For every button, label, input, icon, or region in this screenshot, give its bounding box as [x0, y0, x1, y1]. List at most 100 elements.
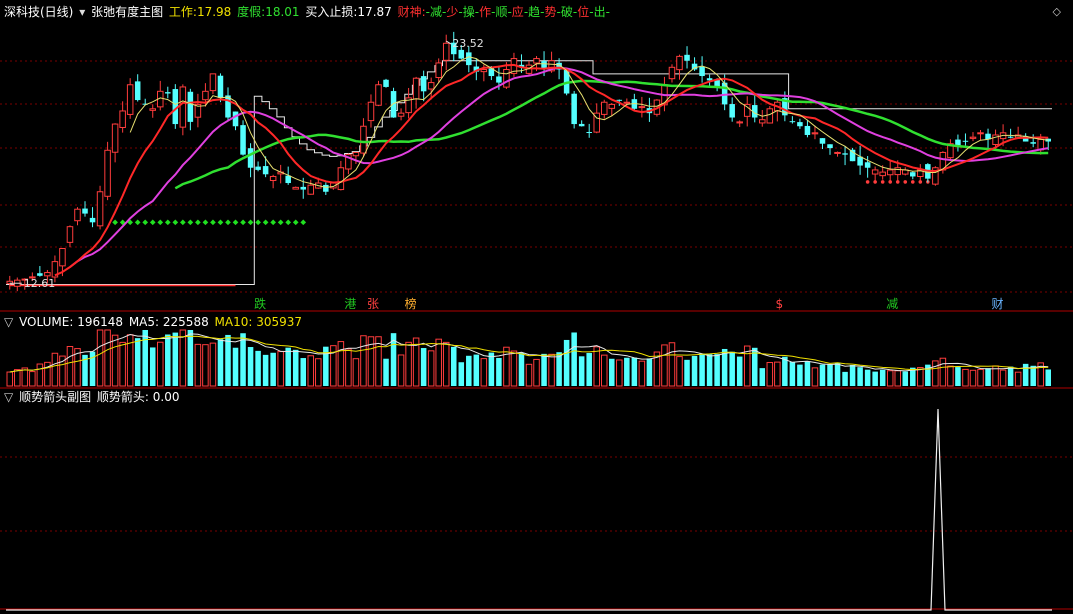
volume-bar-down	[134, 338, 141, 386]
volume-bar-up	[932, 360, 939, 387]
volume-bar-down	[450, 346, 457, 386]
candle-body-up	[307, 184, 315, 195]
candle-body-down	[323, 184, 329, 192]
volume-bar-up	[360, 335, 367, 387]
volume-bar-up	[962, 368, 969, 387]
candlestick	[247, 143, 254, 178]
work-label: 工作:	[168, 5, 197, 19]
volume-bar-up	[977, 369, 984, 387]
candlestick	[759, 110, 766, 127]
candle-body-up	[427, 82, 435, 90]
volume-bar-down	[187, 330, 194, 386]
candlestick	[209, 73, 217, 95]
volume-bar-up	[548, 353, 555, 387]
candle-body-down	[300, 186, 307, 190]
indicator-name[interactable]: 张弛有度主图	[91, 5, 163, 19]
volume-bar-down	[827, 364, 833, 386]
ma10-label: MA10:	[214, 315, 253, 329]
candle-body-up	[668, 66, 676, 80]
volume-bar-up	[480, 358, 488, 387]
candlestick	[149, 104, 157, 118]
arrow-label: 顺势箭头:	[96, 390, 149, 404]
support-dot	[112, 219, 118, 226]
candle-body-down	[842, 153, 848, 155]
signal-marker: 榜	[405, 296, 417, 311]
candle-body-down	[247, 148, 254, 168]
volume-bar-down	[699, 353, 705, 386]
volume-bar-up	[96, 329, 104, 387]
volume-bar-down	[578, 356, 585, 386]
candlestick	[977, 130, 984, 141]
candle-body-down	[496, 76, 502, 83]
candle-body-up	[834, 151, 841, 154]
candle-body-up	[44, 272, 51, 277]
volume-pane[interactable]	[6, 329, 1051, 387]
candlestick	[797, 118, 803, 129]
support-dot	[285, 219, 292, 226]
candle-body-up	[337, 167, 345, 191]
signal-char: 应	[511, 5, 524, 19]
candlestick	[729, 97, 735, 122]
arrow-indicator-line	[6, 408, 1052, 611]
stock-name[interactable]: 深科技(日线)	[4, 5, 73, 19]
volume-bar-down	[172, 332, 179, 386]
volume-bar-up	[179, 329, 187, 387]
signal-char: 出	[593, 5, 606, 19]
support-dot	[142, 219, 149, 226]
arrow-pane-header: ▽ 顺势箭头副图 顺势箭头: 0.00	[4, 390, 182, 404]
candlestick	[736, 120, 743, 128]
volume-bar-down	[842, 371, 848, 386]
candle-body-down	[383, 79, 389, 87]
volume-bar-up	[307, 355, 315, 387]
candle-body-down	[586, 132, 592, 134]
candle-body-down	[827, 144, 833, 149]
volume-bar-down	[247, 347, 254, 386]
arrow-indicator-pane[interactable]	[6, 408, 1052, 611]
candlestick	[774, 98, 781, 122]
chevron-down-icon[interactable]: ▾	[79, 5, 85, 19]
volume-bar-down	[225, 334, 231, 386]
signal-char: 位	[577, 5, 590, 19]
candlestick	[699, 56, 705, 83]
support-dot	[134, 219, 141, 226]
stop-value: 17.87	[357, 5, 392, 19]
volume-bar-down	[149, 347, 156, 386]
volume-bar-down	[609, 358, 615, 386]
stock-chart-canvas[interactable]: 23.5212.61跌港张榜 $ 减财	[0, 0, 1073, 614]
candle-body-up	[149, 108, 157, 111]
signal-sep: -	[605, 5, 610, 19]
volume-bar-down	[232, 347, 239, 386]
candle-body-down	[1030, 142, 1036, 144]
candlestick	[917, 164, 924, 183]
candle-body-up	[503, 68, 510, 88]
candlestick	[187, 88, 194, 131]
candlestick	[232, 111, 239, 131]
main-price-pane[interactable]: 23.52 12.61 跌 港张 榜 $ 减 财	[6, 31, 1052, 311]
candle-body-down	[684, 54, 690, 61]
support-dot	[210, 219, 216, 226]
support-dot	[172, 219, 179, 226]
candle-body-up	[412, 77, 420, 100]
candle-body-down	[458, 49, 465, 59]
diamond-icon[interactable]: ◇	[1053, 6, 1061, 18]
candlestick	[240, 120, 246, 156]
candle-body-down	[691, 63, 698, 70]
volume-bar-up	[616, 359, 623, 387]
volume-bar-up	[315, 358, 322, 387]
volume-bar-up	[442, 341, 450, 387]
candle-body-up	[360, 125, 367, 154]
volume-bar-down	[285, 347, 291, 386]
triangle-down-icon[interactable]: ▽	[4, 315, 13, 329]
candle-body-up	[886, 169, 894, 176]
volume-bar-down	[624, 357, 630, 386]
triangle-down-icon[interactable]: ▽	[4, 390, 13, 404]
volume-bar-down	[466, 355, 472, 386]
support-dot	[225, 219, 231, 226]
arrow-indicator-name[interactable]: 顺势箭头副图	[19, 390, 91, 404]
volume-bar-down	[804, 361, 811, 386]
candle-body-up	[435, 62, 442, 79]
candle-body-up	[623, 101, 631, 104]
candle-body-down	[420, 76, 427, 92]
volume-bar-down	[541, 353, 547, 386]
support-dot	[292, 219, 299, 226]
